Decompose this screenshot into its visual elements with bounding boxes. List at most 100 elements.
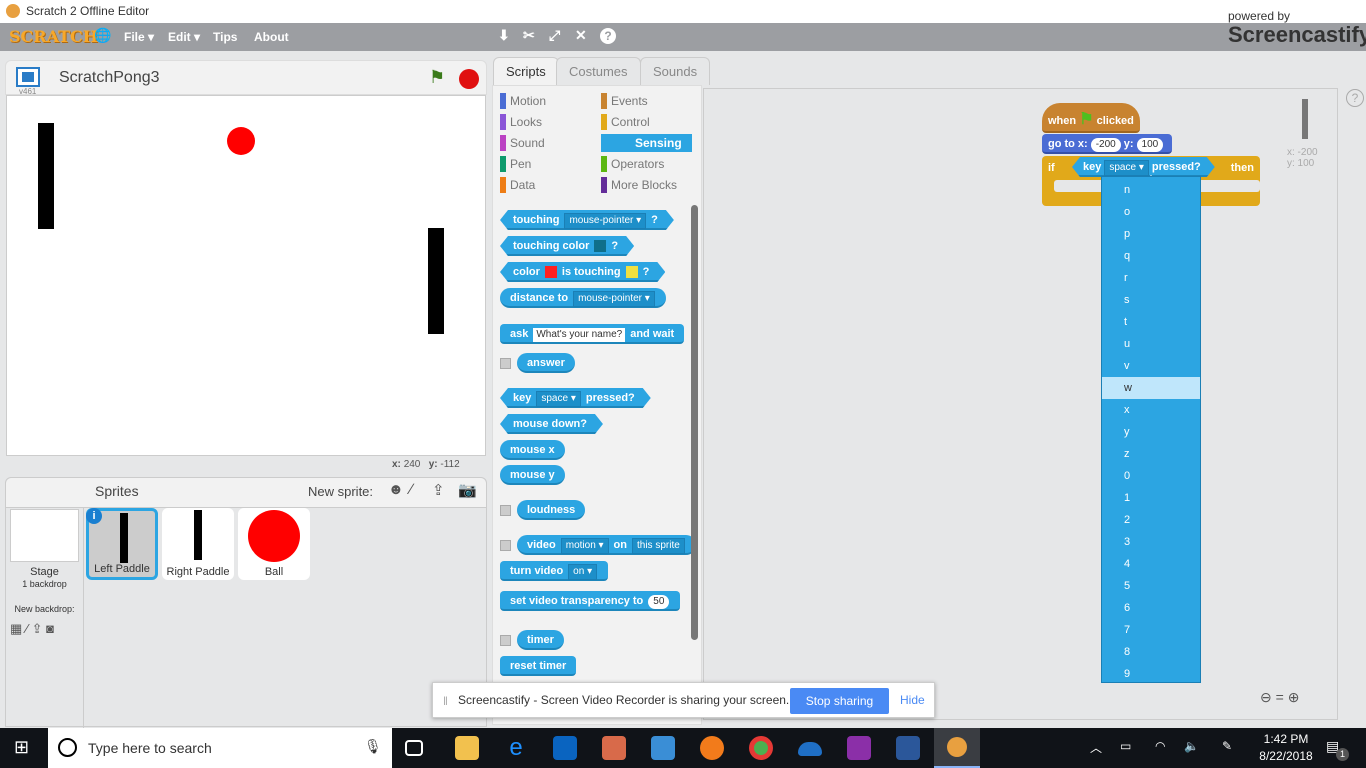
tab-sounds[interactable]: Sounds — [640, 57, 711, 85]
key-option-y[interactable]: y — [1102, 421, 1200, 443]
watch-checkbox[interactable] — [500, 358, 511, 369]
edge-icon[interactable]: e — [504, 736, 528, 760]
key-option-s[interactable]: s — [1102, 289, 1200, 311]
presentation-mode-icon[interactable] — [16, 67, 40, 87]
palette-block[interactable]: touching color? — [500, 236, 634, 256]
chrome-icon[interactable] — [749, 736, 773, 760]
block-dropdown[interactable]: this sprite — [632, 538, 685, 554]
palette-block[interactable]: touching mouse-pointer ▾? — [500, 210, 674, 230]
key-option-r[interactable]: r — [1102, 267, 1200, 289]
when-flag-clicked-block[interactable]: when ⚑ clicked — [1042, 103, 1140, 133]
outlook-icon[interactable] — [553, 736, 577, 760]
clock-time[interactable]: 1:42 PM — [1256, 732, 1316, 746]
menu-edit[interactable]: Edit ▾ — [168, 30, 200, 44]
key-option-p[interactable]: p — [1102, 223, 1200, 245]
block-dropdown[interactable]: mouse-pointer ▾ — [564, 213, 646, 229]
clock-date[interactable]: 8/22/2018 — [1256, 749, 1316, 763]
shrink-icon[interactable]: ✕ — [575, 27, 587, 44]
pen-icon[interactable]: ✎ — [1222, 739, 1232, 753]
menu-tips[interactable]: Tips — [213, 30, 237, 44]
palette-scrollbar[interactable] — [691, 205, 698, 640]
stage-thumbnail[interactable] — [10, 509, 79, 562]
windows-start-icon[interactable]: ⊞ — [14, 737, 29, 758]
color-swatch[interactable] — [594, 240, 606, 252]
key-option-w[interactable]: w — [1102, 377, 1200, 399]
category-sound[interactable]: Sound — [500, 134, 591, 152]
key-option-t[interactable]: t — [1102, 311, 1200, 333]
block-number-input[interactable]: 50 — [648, 595, 670, 609]
key-option-2[interactable]: 2 — [1102, 509, 1200, 531]
scratch-taskbar-button[interactable] — [934, 728, 980, 768]
zoom-out-icon[interactable]: ⊖ — [1260, 689, 1272, 705]
ball-sprite[interactable] — [227, 127, 255, 155]
tab-scripts[interactable]: Scripts — [493, 57, 559, 88]
key-option-1[interactable]: 1 — [1102, 487, 1200, 509]
key-option-7[interactable]: 7 — [1102, 619, 1200, 641]
wifi-icon[interactable]: ◠ — [1155, 739, 1165, 753]
key-option-0[interactable]: 0 — [1102, 465, 1200, 487]
hide-button[interactable]: Hide — [900, 693, 925, 707]
show-hidden-icons-icon[interactable]: ︿ — [1090, 739, 1102, 756]
watch-checkbox[interactable] — [500, 505, 511, 516]
stage-canvas[interactable] — [6, 95, 486, 456]
color-swatch[interactable] — [626, 266, 638, 278]
key-option-o[interactable]: o — [1102, 201, 1200, 223]
key-pressed-block[interactable]: key space ▾ pressed? — [1072, 157, 1215, 177]
menu-file[interactable]: File ▾ — [124, 30, 154, 44]
palette-block[interactable]: video motion ▾ on this sprite — [517, 535, 696, 555]
paint-brush-icon[interactable]: ∕ — [410, 481, 413, 498]
palette-block[interactable]: timer — [517, 630, 564, 650]
key-option-5[interactable]: 5 — [1102, 575, 1200, 597]
block-dropdown[interactable]: on ▾ — [568, 564, 598, 580]
palette-block[interactable]: mouse y — [500, 465, 565, 485]
category-data[interactable]: Data — [500, 176, 591, 194]
info-icon[interactable]: i — [86, 508, 102, 524]
tab-costumes[interactable]: Costumes — [556, 57, 641, 85]
grow-icon[interactable]: ⤢ — [549, 27, 560, 44]
palette-block[interactable]: set video transparency to 50 — [500, 591, 681, 611]
key-option-3[interactable]: 3 — [1102, 531, 1200, 553]
stop-sharing-button[interactable]: Stop sharing — [790, 688, 889, 714]
watch-checkbox[interactable] — [500, 540, 511, 551]
go-to-xy-block[interactable]: go to x: -200 y: 100 — [1042, 134, 1173, 154]
color-swatch[interactable] — [545, 266, 557, 278]
block-dropdown[interactable]: mouse-pointer ▾ — [573, 291, 655, 307]
category-control[interactable]: Control — [601, 113, 692, 131]
duplicate-stamp-icon[interactable]: ⬇ — [498, 27, 510, 44]
zoom-reset-icon[interactable]: = — [1276, 689, 1284, 705]
category-sensing[interactable]: Sensing — [601, 134, 692, 152]
stop-icon[interactable] — [459, 69, 479, 89]
palette-block[interactable]: answer — [517, 353, 575, 373]
choose-sprite-library-icon[interactable]: ☻ — [388, 481, 404, 498]
microphone-icon[interactable]: 🎙 — [364, 738, 382, 755]
zoom-in-icon[interactable]: ⊕ — [1288, 689, 1300, 705]
watch-checkbox[interactable] — [500, 635, 511, 646]
key-dropdown[interactable]: space ▾ — [1104, 160, 1148, 176]
taskbar-search[interactable]: Type here to search 🎙 — [48, 728, 392, 768]
scripts-area[interactable]: when ⚑ clicked go to x: -200 y: 100 if then… — [703, 88, 1338, 720]
key-option-q[interactable]: q — [1102, 245, 1200, 267]
drag-handle-icon[interactable]: ‖ — [443, 694, 448, 708]
key-option-v[interactable]: v — [1102, 355, 1200, 377]
key-option-n[interactable]: n — [1102, 179, 1200, 201]
left-paddle-sprite[interactable] — [38, 123, 54, 229]
word-icon[interactable] — [896, 736, 920, 760]
scratch-logo[interactable]: SCRATCH — [9, 27, 98, 46]
key-option-9[interactable]: 9 — [1102, 663, 1200, 685]
onenote-icon[interactable] — [847, 736, 871, 760]
key-option-x[interactable]: x — [1102, 399, 1200, 421]
category-motion[interactable]: Motion — [500, 92, 591, 110]
battery-icon[interactable]: ▭ — [1120, 739, 1131, 753]
palette-block[interactable]: loudness — [517, 500, 586, 520]
upload-icon[interactable]: ⇪ — [432, 481, 445, 499]
palette-block[interactable]: reset timer — [500, 656, 577, 676]
delete-scissors-icon[interactable]: ✂ — [523, 27, 535, 44]
key-option-u[interactable]: u — [1102, 333, 1200, 355]
help-icon[interactable]: ? — [600, 28, 616, 44]
key-option-z[interactable]: z — [1102, 443, 1200, 465]
category-events[interactable]: Events — [601, 92, 692, 110]
help-icon[interactable]: ? — [1346, 89, 1364, 107]
file-explorer-icon[interactable] — [455, 736, 479, 760]
palette-block[interactable]: color is touching? — [500, 262, 665, 282]
right-paddle-sprite[interactable] — [428, 228, 444, 334]
